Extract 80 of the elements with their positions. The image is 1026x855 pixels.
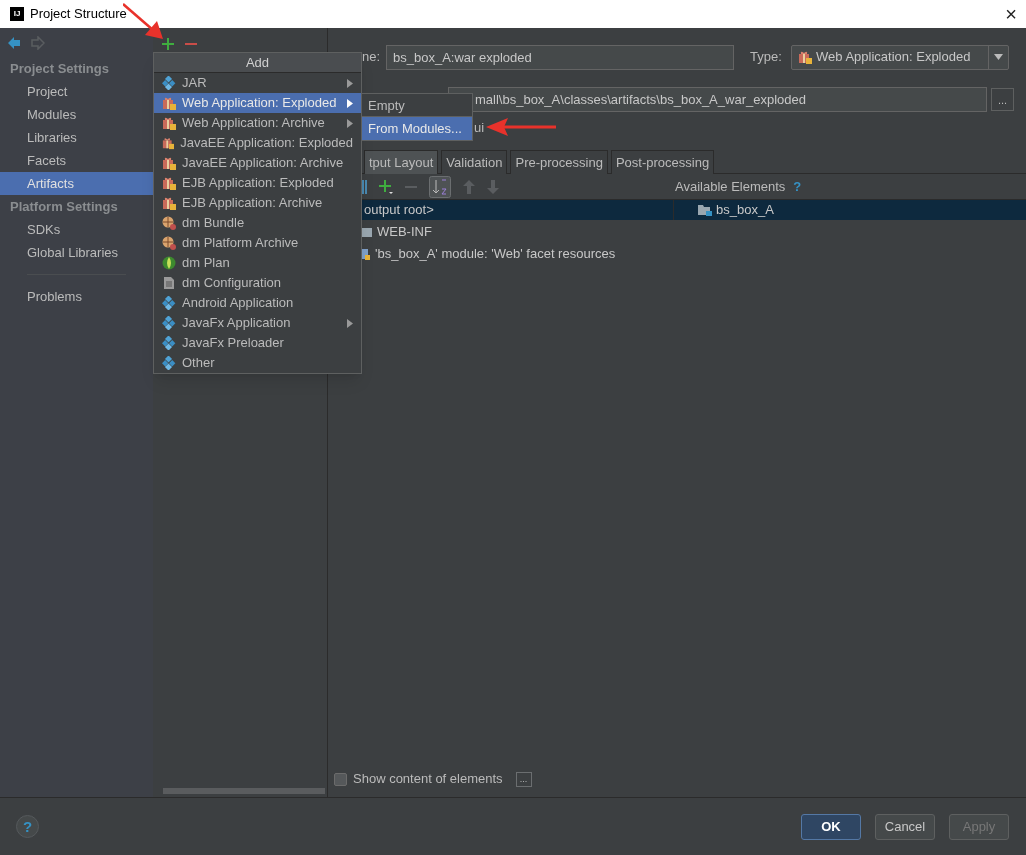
tab[interactable]: Validation	[441, 150, 508, 174]
output-path-field[interactable]: mall\bs_box_A\classes\artifacts\bs_box_A_war_exploded	[448, 87, 987, 112]
down-arrow-icon[interactable]	[487, 179, 499, 194]
menu-item[interactable]: JAR	[154, 73, 361, 93]
sort-icon[interactable]	[429, 175, 451, 198]
diamond-icon	[162, 356, 176, 370]
bundle-icon	[162, 216, 176, 230]
document-icon	[162, 276, 176, 290]
add-icon[interactable]	[379, 179, 393, 194]
name-field[interactable]: bs_box_A:war exploded	[386, 44, 734, 70]
menu-title: Add	[154, 53, 361, 73]
menu-item[interactable]: From Modules...	[362, 117, 472, 140]
sidebar-item[interactable]: SDKs	[0, 218, 153, 241]
sidebar-item[interactable]: Problems	[0, 285, 153, 308]
menu-item[interactable]: Web Application: Archive	[154, 113, 361, 133]
menu-item[interactable]: EJB Application: Exploded	[154, 173, 361, 193]
module-icon	[361, 246, 371, 261]
field-label: ne:	[362, 48, 382, 67]
section-header: Platform Settings	[9, 198, 119, 216]
menu-item[interactable]: JavaEE Application: Archive	[154, 153, 361, 173]
caret-icon[interactable]	[994, 54, 1003, 60]
help-icon[interactable]: ?	[793, 176, 802, 197]
menu-item[interactable]: JavaFx Application	[154, 313, 361, 333]
menu-item[interactable]: JavaEE Application: Exploded	[154, 133, 361, 153]
back-icon[interactable]	[7, 36, 21, 50]
gift-icon	[162, 156, 176, 170]
sidebar-item[interactable]: Artifacts	[0, 172, 153, 195]
section-header: Project Settings	[9, 60, 110, 78]
scrollbar[interactable]	[163, 788, 325, 794]
tree-item[interactable]: bs_box_A	[716, 200, 774, 220]
sidebar-item[interactable]: Global Libraries	[0, 241, 153, 264]
sidebar-item[interactable]: Libraries	[0, 126, 153, 149]
checkbox-label: ui	[474, 120, 485, 135]
diamond-icon	[162, 76, 176, 90]
tree-item[interactable]: 'bs_box_A' module: 'Web' facet resources	[375, 243, 616, 264]
gift-icon	[798, 50, 812, 64]
menu-item[interactable]: dm Plan	[154, 253, 361, 273]
menu-item[interactable]: dm Platform Archive	[154, 233, 361, 253]
gift-icon	[162, 116, 176, 130]
bundle-icon	[162, 236, 176, 250]
menu-item[interactable]: JavaFx Preloader	[154, 333, 361, 353]
more-button[interactable]: ...	[515, 771, 532, 787]
browse-button[interactable]: ...	[991, 88, 1014, 111]
menu-item[interactable]: dm Configuration	[154, 273, 361, 293]
up-arrow-icon[interactable]	[463, 179, 475, 194]
column-header: Available Elements	[675, 177, 786, 196]
diamond-icon	[162, 316, 176, 330]
checkbox[interactable]	[334, 772, 347, 786]
gift-icon	[162, 196, 176, 210]
folder-icon	[361, 225, 373, 238]
gift-icon	[162, 176, 176, 190]
sidebar-item[interactable]: Project	[0, 80, 153, 103]
dialog-button[interactable]: OK	[801, 813, 861, 840]
window-title: Project Structure	[30, 5, 127, 24]
menu-item[interactable]: Other	[154, 353, 361, 373]
dialog-button[interactable]: Cancel	[875, 813, 935, 840]
gift-icon	[162, 96, 176, 110]
tab[interactable]: Pre-processing	[510, 150, 608, 174]
field-label: Type:	[750, 48, 783, 67]
module-folder-icon	[698, 204, 712, 216]
dropdown-value: Web Application: Exploded	[816, 48, 971, 67]
sidebar-item[interactable]: Modules	[0, 103, 153, 126]
forward-icon[interactable]	[31, 36, 45, 50]
checkbox-label: Show content of elements	[353, 770, 503, 789]
menu-item[interactable]: Android Application	[154, 293, 361, 313]
tab[interactable]: tput Layout	[364, 150, 439, 174]
tab[interactable]: Post-processing	[610, 150, 715, 174]
annotation-arrow	[486, 118, 558, 136]
tree-item[interactable]: WEB-INF	[377, 221, 432, 242]
globe-icon	[162, 256, 176, 270]
sidebar-item[interactable]: Facets	[0, 149, 153, 172]
gift-icon	[162, 136, 175, 150]
diamond-icon	[162, 336, 176, 350]
diamond-icon	[162, 296, 176, 310]
type-dropdown[interactable]: Web Application: Exploded	[791, 44, 1009, 70]
menu-item[interactable]: Web Application: Exploded	[154, 93, 361, 113]
app-logo: IJ	[10, 7, 24, 21]
close-button[interactable]: ×	[996, 0, 1026, 28]
columns-icon[interactable]	[359, 178, 367, 195]
add-icon[interactable]	[162, 38, 174, 50]
